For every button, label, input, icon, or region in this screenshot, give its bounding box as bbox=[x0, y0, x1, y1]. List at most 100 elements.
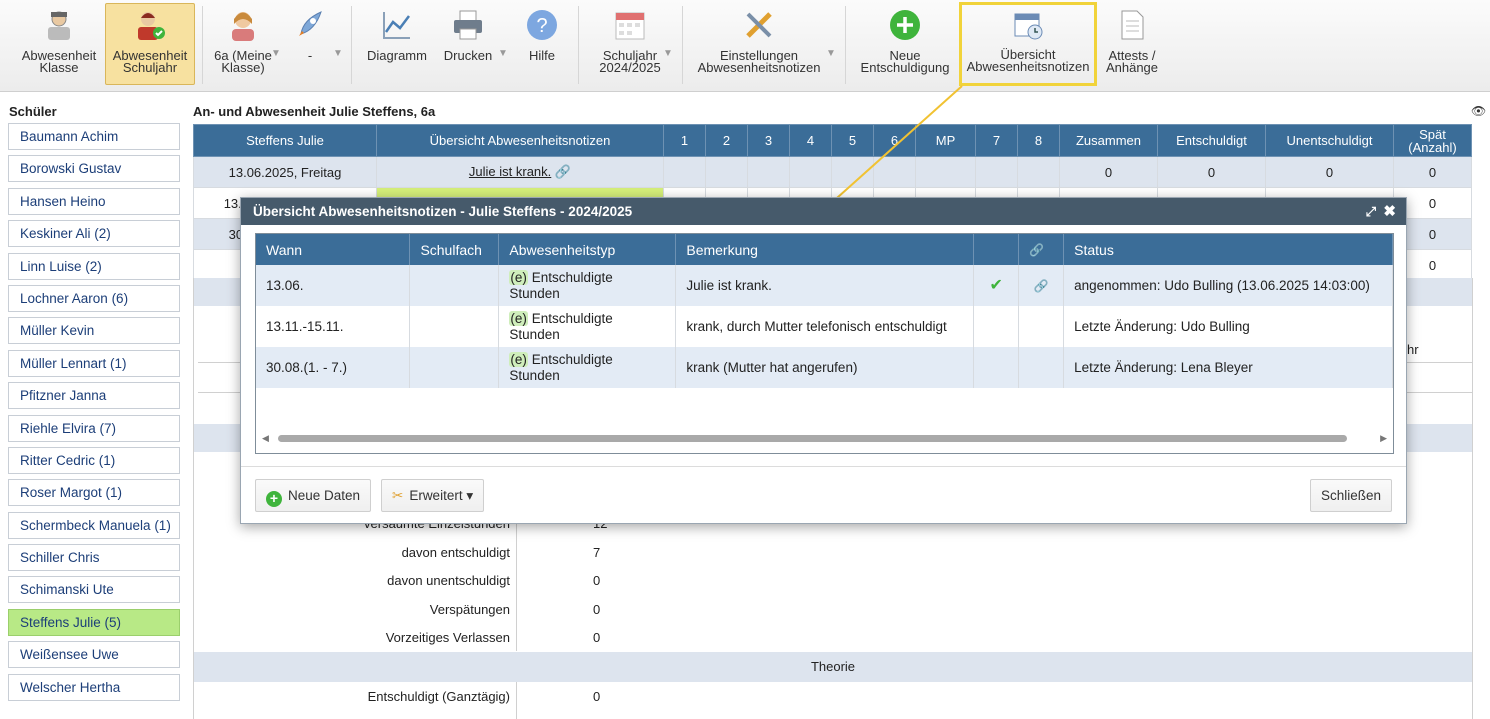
class-select-button[interactable]: 6a (Meine Klasse) bbox=[210, 4, 276, 84]
horizontal-scrollbar[interactable]: ◀ ▶ bbox=[262, 433, 1387, 443]
link-icon[interactable]: 🔗 bbox=[1034, 279, 1049, 293]
student-item[interactable]: Riehle Elvira (7) bbox=[8, 414, 180, 442]
student-item[interactable]: Welscher Hertha bbox=[8, 673, 180, 701]
uebersicht-abwesenheitsnotizen-button[interactable]: Übersicht Abwesenheitsnotizen bbox=[959, 2, 1097, 86]
check-cell: ✔ bbox=[973, 265, 1020, 306]
stat-label: Vorzeitiges Verlassen bbox=[385, 630, 510, 645]
period-cell[interactable] bbox=[873, 156, 916, 188]
column-header: MP bbox=[915, 124, 976, 157]
student-item[interactable]: Lochner Aaron (6) bbox=[8, 284, 180, 312]
dialog-title: Übersicht Abwesenheitsnotizen - Julie St… bbox=[253, 204, 633, 219]
launch-dropdown-arrow-icon[interactable]: ▼ bbox=[333, 48, 343, 59]
hilfe-button[interactable]: ? Hilfe bbox=[518, 4, 566, 84]
student-item[interactable]: Linn Luise (2) bbox=[8, 252, 180, 280]
table-row[interactable]: 30.08.(1. - 7.) (e) Entschuldigte Stunden… bbox=[256, 347, 1393, 388]
column-header: Bemerkung bbox=[675, 234, 975, 265]
period-cell[interactable] bbox=[789, 156, 832, 188]
abwesenheit-schuljahr-button[interactable]: Abwesenheit Schuljahr bbox=[105, 3, 195, 85]
period-cell[interactable] bbox=[747, 156, 790, 188]
column-header: Unentschuldigt bbox=[1265, 124, 1394, 157]
tools-icon: ✂ bbox=[392, 488, 404, 503]
status-cell: angenommen: Udo Bulling (13.06.2025 14:0… bbox=[1063, 265, 1393, 306]
student-item[interactable]: Keskiner Ali (2) bbox=[8, 220, 180, 248]
scroll-thumb[interactable] bbox=[278, 435, 1347, 442]
period-cell[interactable] bbox=[915, 156, 976, 188]
scroll-left-icon[interactable]: ◀ bbox=[262, 433, 269, 444]
einstellungen-dropdown-arrow-icon[interactable]: ▼ bbox=[826, 48, 836, 59]
student-item[interactable]: Müller Lennart (1) bbox=[8, 349, 180, 377]
erweitert-button[interactable]: ✂ Erweitert ▾ bbox=[381, 479, 485, 512]
column-header: Steffens Julie bbox=[193, 124, 377, 157]
row-date: 13.06.2025, Freitag bbox=[193, 156, 377, 188]
stat-label: davon unentschuldigt bbox=[387, 573, 510, 588]
plus-circle-icon bbox=[890, 10, 920, 40]
neue-entschuldigung-button[interactable]: Neue Entschuldigung bbox=[856, 4, 954, 84]
column-header: 8 bbox=[1017, 124, 1060, 157]
expand-icon[interactable]: ⤢ bbox=[1366, 198, 1376, 225]
drucken-button[interactable]: Drucken bbox=[438, 4, 498, 84]
note-link[interactable]: Julie ist krank. bbox=[469, 164, 551, 179]
row-ent: 0 bbox=[1157, 156, 1266, 188]
drucken-dropdown-arrow-icon[interactable]: ▼ bbox=[498, 48, 508, 59]
check-icon: ✔ bbox=[989, 276, 1003, 294]
diagramm-button[interactable]: Diagramm bbox=[362, 4, 432, 84]
student-item[interactable]: Pfitzner Janna bbox=[8, 382, 180, 410]
period-cell[interactable] bbox=[975, 156, 1018, 188]
wann-cell: 13.06. bbox=[256, 265, 411, 306]
schuljahr-dropdown-arrow-icon[interactable]: ▼ bbox=[663, 48, 673, 59]
einstellungen-button[interactable]: Einstellungen Abwesenheitsnotizen bbox=[692, 4, 826, 84]
erweitert-label: Erweitert ▾ bbox=[409, 488, 474, 503]
class-dropdown-arrow-icon[interactable]: ▼ bbox=[271, 48, 281, 59]
student-item[interactable]: Weißensee Uwe bbox=[8, 641, 180, 669]
column-header: 5 bbox=[831, 124, 874, 157]
wann-cell: 13.11.-15.11. bbox=[256, 306, 411, 347]
typ-cell: (e) Entschuldigte Stunden bbox=[498, 347, 677, 388]
sidebar-title: Schüler bbox=[9, 104, 57, 119]
launch-button[interactable]: - bbox=[288, 4, 332, 84]
student-item[interactable]: Schiller Chris bbox=[8, 544, 180, 572]
student-item[interactable]: Schimanski Ute bbox=[8, 576, 180, 604]
neue-daten-button[interactable]: + Neue Daten bbox=[255, 479, 372, 512]
help-icon: ? bbox=[527, 10, 557, 40]
stat-label: davon entschuldigt bbox=[401, 544, 510, 560]
bemerkung-cell: Julie ist krank. bbox=[675, 265, 975, 306]
row-spaet: 0 bbox=[1393, 156, 1472, 188]
table-row[interactable]: 13.11.-15.11. (e) Entschuldigte Stunden kr… bbox=[256, 306, 1393, 347]
period-cell[interactable] bbox=[663, 156, 706, 188]
excused-badge: (e) bbox=[509, 269, 528, 285]
toolbar-separator bbox=[351, 6, 352, 84]
table-row[interactable]: 13.06.2025, Freitag Julie ist krank. 🔗 0 0 0… bbox=[193, 156, 1472, 188]
column-header: 3 bbox=[747, 124, 790, 157]
toolbar-separator bbox=[682, 6, 683, 84]
eye-icon[interactable]: 👁 bbox=[1471, 104, 1486, 118]
student-item[interactable]: Hansen Heino bbox=[8, 187, 180, 215]
abwesenheit-klasse-button[interactable]: Abwesenheit Klasse bbox=[18, 4, 100, 84]
schliessen-button[interactable]: Schließen bbox=[1309, 479, 1392, 512]
student-item[interactable]: Müller Kevin bbox=[8, 317, 180, 345]
student-check-icon bbox=[138, 12, 165, 40]
student-item[interactable]: Borowski Gustav bbox=[8, 155, 180, 183]
student-item[interactable]: Steffens Julie (5) bbox=[8, 608, 180, 636]
student-item[interactable]: Ritter Cedric (1) bbox=[8, 446, 180, 474]
student-item[interactable]: Baumann Achim bbox=[8, 123, 180, 150]
dialog-header: Übersicht Abwesenheitsnotizen - Julie St… bbox=[241, 198, 1406, 225]
schuljahr-button[interactable]: Schuljahr 2024/2025 bbox=[590, 4, 670, 84]
column-header: 6 bbox=[873, 124, 916, 157]
stats-divider bbox=[516, 506, 517, 651]
abwesenheit-klasse-label: Abwesenheit Klasse bbox=[21, 48, 97, 75]
table-row[interactable]: 13.06. (e) Entschuldigte Stunden Julie ist… bbox=[256, 265, 1393, 306]
period-cell[interactable] bbox=[831, 156, 874, 188]
teacher-icon bbox=[48, 11, 70, 40]
rocket-icon bbox=[299, 11, 322, 36]
stat-value: 0 bbox=[593, 601, 601, 617]
student-item[interactable]: Roser Margot (1) bbox=[8, 479, 180, 507]
period-cell[interactable] bbox=[705, 156, 748, 188]
close-icon[interactable]: ✖ bbox=[1383, 198, 1396, 225]
column-header: 1 bbox=[663, 124, 706, 157]
scroll-right-icon[interactable]: ▶ bbox=[1380, 433, 1387, 444]
attests-button[interactable]: Attests / Anhänge bbox=[1102, 4, 1162, 84]
period-cell[interactable] bbox=[1017, 156, 1060, 188]
row-note[interactable]: Julie ist krank. 🔗 bbox=[376, 156, 664, 188]
student-list: Baumann Achim Borowski Gustav Hansen Heino… bbox=[8, 123, 180, 706]
student-item[interactable]: Schermbeck Manuela (1) bbox=[8, 511, 180, 539]
